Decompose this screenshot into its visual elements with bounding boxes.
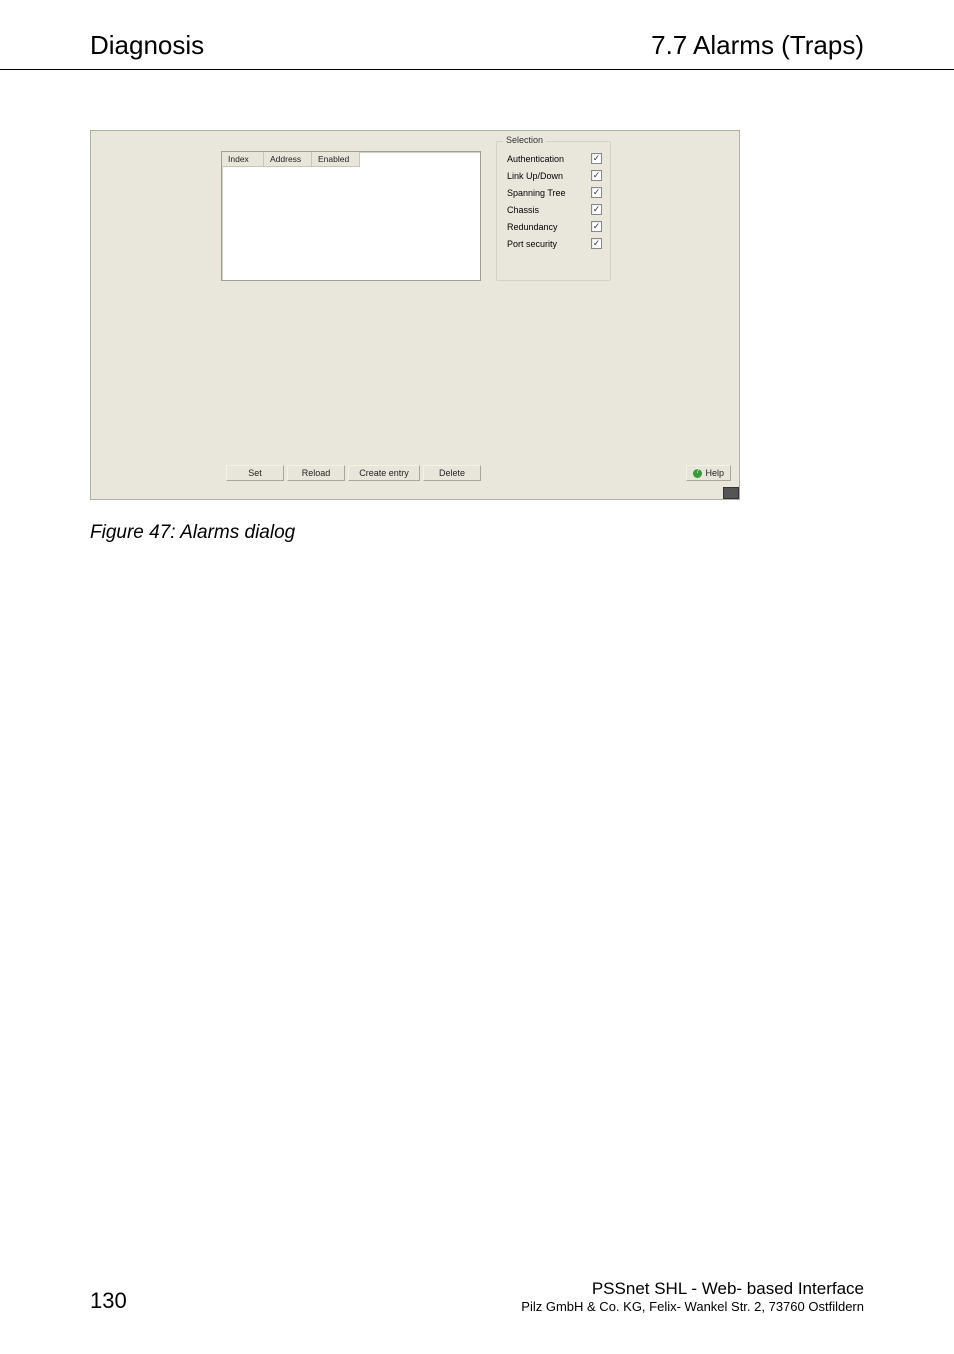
button-bar: Set Reload Create entry Delete — [226, 465, 481, 481]
column-enabled[interactable]: Enabled — [312, 152, 360, 167]
help-button-wrap: Help — [686, 465, 731, 481]
selection-fieldset: Selection Authentication ✓ Link Up/Down … — [496, 141, 611, 281]
page-footer: 130 PSSnet SHL - Web- based Interface Pi… — [0, 1279, 954, 1314]
reload-button[interactable]: Reload — [287, 465, 345, 481]
trap-table[interactable]: Index Address Enabled — [221, 151, 481, 281]
alarms-dialog-screenshot: Index Address Enabled Selection Authenti… — [90, 130, 740, 500]
page-number: 130 — [90, 1288, 127, 1314]
help-icon — [693, 469, 702, 478]
checkbox-linkupdown[interactable]: ✓ — [591, 170, 602, 181]
selection-label: Redundancy — [507, 222, 558, 232]
footer-company: Pilz GmbH & Co. KG, Felix- Wankel Str. 2… — [521, 1299, 864, 1314]
selection-label: Link Up/Down — [507, 171, 563, 181]
footer-right: PSSnet SHL - Web- based Interface Pilz G… — [521, 1279, 864, 1314]
selection-label: Authentication — [507, 154, 564, 164]
set-button[interactable]: Set — [226, 465, 284, 481]
selection-label: Chassis — [507, 205, 539, 215]
selection-row-redundancy: Redundancy ✓ — [497, 218, 610, 235]
create-entry-button[interactable]: Create entry — [348, 465, 420, 481]
figure-caption: Figure 47: Alarms dialog — [90, 522, 864, 544]
selection-label: Spanning Tree — [507, 188, 566, 198]
footer-title: PSSnet SHL - Web- based Interface — [521, 1279, 864, 1299]
help-label: Help — [705, 468, 724, 478]
checkbox-redundancy[interactable]: ✓ — [591, 221, 602, 232]
table-header: Index Address Enabled — [222, 152, 480, 167]
selection-row-chassis: Chassis ✓ — [497, 201, 610, 218]
checkbox-spanningtree[interactable]: ✓ — [591, 187, 602, 198]
content-area: Index Address Enabled Selection Authenti… — [0, 70, 954, 544]
help-button[interactable]: Help — [686, 465, 731, 481]
selection-row-linkupdown: Link Up/Down ✓ — [497, 167, 610, 184]
checkbox-authentication[interactable]: ✓ — [591, 153, 602, 164]
header-left: Diagnosis — [90, 30, 204, 61]
column-address[interactable]: Address — [264, 152, 312, 167]
selection-row-authentication: Authentication ✓ — [497, 150, 610, 167]
delete-button[interactable]: Delete — [423, 465, 481, 481]
column-index[interactable]: Index — [222, 152, 264, 167]
checkbox-portsecurity[interactable]: ✓ — [591, 238, 602, 249]
selection-row-spanningtree: Spanning Tree ✓ — [497, 184, 610, 201]
header-right: 7.7 Alarms (Traps) — [651, 30, 864, 61]
page-header: Diagnosis 7.7 Alarms (Traps) — [0, 0, 954, 70]
checkbox-chassis[interactable]: ✓ — [591, 204, 602, 215]
selection-row-portsecurity: Port security ✓ — [497, 235, 610, 252]
selection-label: Port security — [507, 239, 557, 249]
corner-badge — [723, 487, 739, 499]
selection-legend: Selection — [503, 135, 546, 145]
